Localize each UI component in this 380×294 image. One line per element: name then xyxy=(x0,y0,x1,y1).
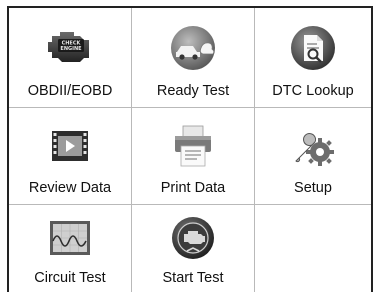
engine-start-icon xyxy=(167,213,219,265)
menu-item-label: Ready Test xyxy=(156,83,230,99)
dtc-lookup-icon xyxy=(287,22,339,74)
menu-item-label: Setup xyxy=(294,180,332,196)
printer-icon xyxy=(167,120,219,172)
menu-item-print-data[interactable]: Print Data xyxy=(132,108,255,205)
menu-item-ready-test[interactable]: Ready Test xyxy=(132,8,255,108)
menu-item-obdii-eobd[interactable]: CHECK ENGINE OBDII/EOBD xyxy=(9,8,132,108)
film-icon xyxy=(44,120,96,172)
empty-cell xyxy=(255,205,371,292)
menu-item-label: Start Test xyxy=(162,270,224,286)
wrench-gear-icon xyxy=(287,120,339,172)
menu-item-label: Circuit Test xyxy=(34,270,106,286)
menu-item-label: Review Data xyxy=(28,180,112,196)
check-engine-badge-line2: ENGINE xyxy=(60,46,82,52)
menu-item-label: DTC Lookup xyxy=(272,83,354,99)
check-engine-icon: CHECK ENGINE xyxy=(44,22,96,74)
oscilloscope-icon xyxy=(44,213,96,265)
menu-item-dtc-lookup[interactable]: DTC Lookup xyxy=(255,8,371,108)
main-menu-grid: CHECK ENGINE OBDII/EOBD Ready Test DTC L… xyxy=(9,8,371,292)
car-emission-icon xyxy=(167,22,219,74)
main-menu-frame: CHECK ENGINE OBDII/EOBD Ready Test DTC L… xyxy=(7,6,373,292)
menu-item-setup[interactable]: Setup xyxy=(255,108,371,205)
menu-item-circuit-test[interactable]: Circuit Test xyxy=(9,205,132,292)
menu-item-label: OBDII/EOBD xyxy=(27,83,113,99)
menu-item-start-test[interactable]: Start Test xyxy=(132,205,255,292)
menu-item-review-data[interactable]: Review Data xyxy=(9,108,132,205)
menu-item-label: Print Data xyxy=(160,180,226,196)
